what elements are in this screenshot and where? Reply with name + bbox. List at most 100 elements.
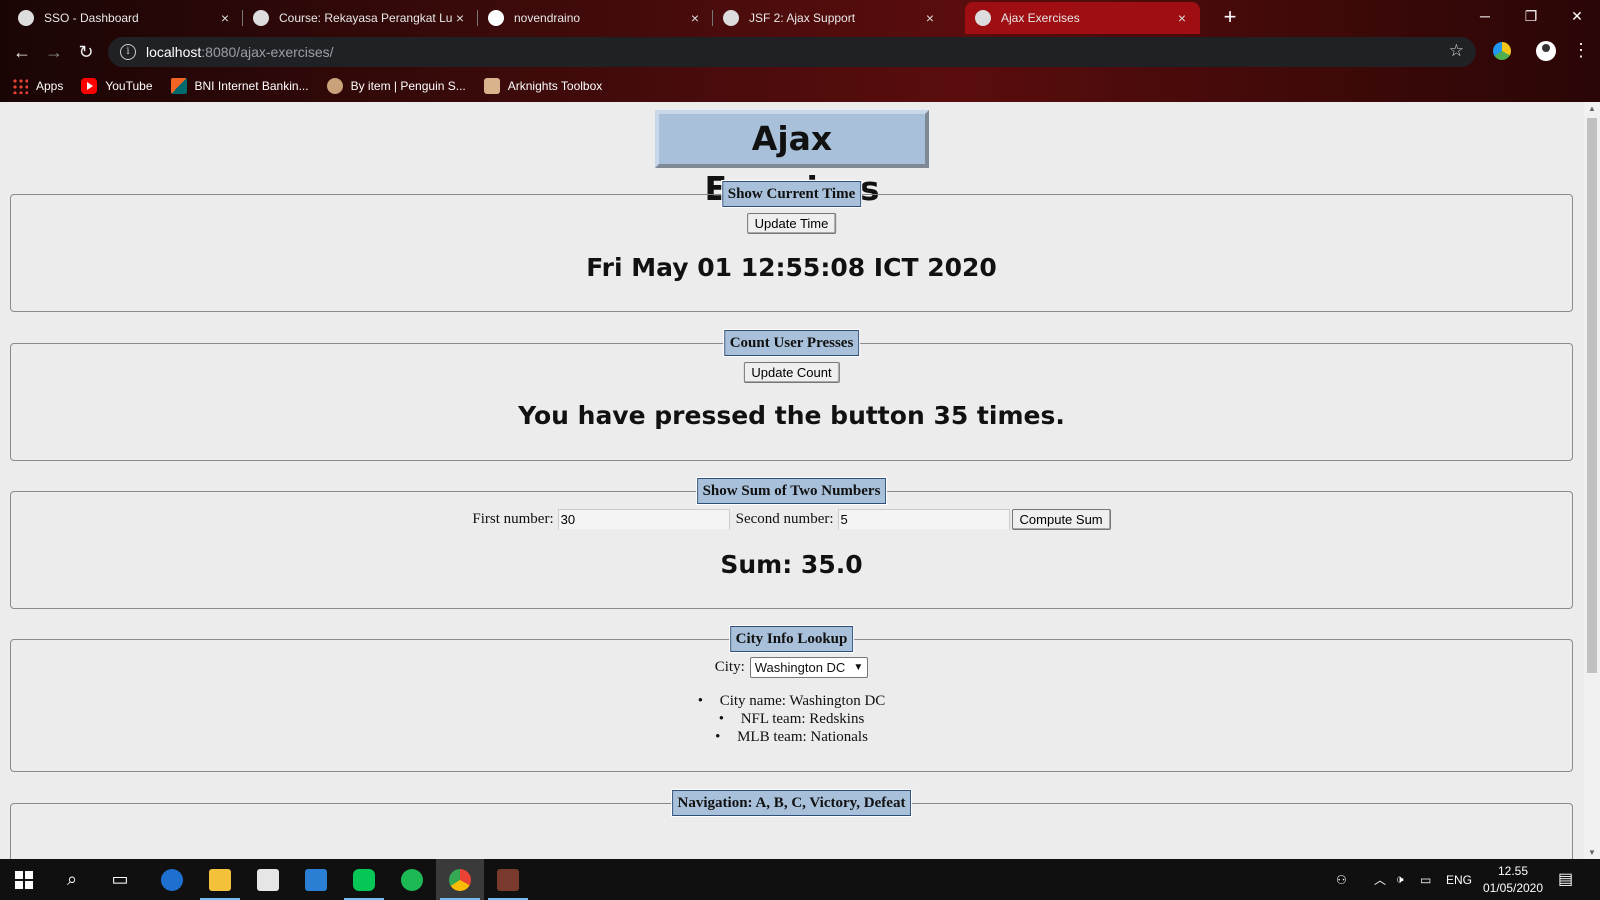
- count-section: Count User Presses Update Count You have…: [10, 329, 1573, 461]
- count-section-legend: Count User Presses: [722, 329, 861, 357]
- list-item: City name: Washington DC: [11, 692, 1572, 710]
- navigation-section: Navigation: A, B, C, Victory, Defeat: [10, 789, 1573, 859]
- sum-form: First number: Second number: Compute Sum: [11, 509, 1572, 530]
- tab-github[interactable]: novendraino ×: [478, 2, 713, 34]
- profile-avatar-icon[interactable]: [1536, 41, 1556, 61]
- bookmark-label: BNI Internet Bankin...: [194, 79, 309, 93]
- minimize-button[interactable]: ─: [1462, 2, 1508, 30]
- clock-date: 01/05/2020: [1482, 881, 1544, 895]
- bookmark-label: YouTube: [105, 79, 153, 93]
- spotify-icon[interactable]: [388, 859, 436, 900]
- tab-course[interactable]: Course: Rekayasa Perangkat Luna ×: [243, 2, 478, 34]
- people-icon[interactable]: ⚇: [1336, 859, 1347, 900]
- browser-toolbar: ← → ↻ i localhost:8080/ajax-exercises/ ☆: [0, 34, 1600, 70]
- start-button[interactable]: [0, 859, 48, 900]
- task-view-icon[interactable]: ▭: [96, 859, 144, 900]
- sum-result-text: Sum: 35.0: [720, 550, 863, 579]
- site-info-icon[interactable]: i: [120, 44, 136, 60]
- scroll-up-arrow-icon[interactable]: ▲: [1584, 104, 1600, 113]
- bookmark-label: Apps: [36, 79, 64, 93]
- city-select[interactable]: Washington DC ▼: [749, 657, 869, 678]
- bookmark-star-icon[interactable]: ☆: [1449, 41, 1464, 61]
- first-number-label: First number:: [472, 511, 554, 527]
- vertical-scrollbar[interactable]: ▲ ▼: [1584, 102, 1600, 859]
- clock-time: 12.55: [1497, 864, 1529, 878]
- network-icon[interactable]: ▭: [1420, 859, 1431, 900]
- bookmark-youtube[interactable]: YouTube: [81, 78, 153, 94]
- browser-menu-icon[interactable]: ⋮: [1572, 40, 1590, 61]
- scroll-down-arrow-icon[interactable]: ▼: [1584, 848, 1600, 857]
- mail-icon[interactable]: [292, 859, 340, 900]
- new-tab-button[interactable]: +: [1216, 4, 1244, 30]
- reload-button[interactable]: ↻: [74, 42, 98, 62]
- tab-close-icon[interactable]: ×: [217, 10, 233, 26]
- tab-close-icon[interactable]: ×: [687, 10, 703, 26]
- back-button[interactable]: ←: [10, 42, 34, 62]
- bookmark-arknights[interactable]: Arknights Toolbox: [483, 78, 603, 94]
- language-indicator[interactable]: ENG: [1446, 859, 1472, 900]
- windows-taskbar: ⌕ ▭ ⚇ ︿ 🕩 ▭ ENG 12.55 01/05/2020 ▤: [0, 859, 1600, 900]
- volume-icon[interactable]: 🕩: [1396, 859, 1404, 900]
- bookmark-penguin[interactable]: By item | Penguin S...: [326, 78, 466, 94]
- scrollbar-thumb[interactable]: [1587, 118, 1597, 673]
- bookmark-label: Arknights Toolbox: [507, 79, 603, 93]
- apps-grid-icon: [12, 78, 28, 94]
- list-item: MLB team: Nationals: [11, 728, 1572, 746]
- tab-jsf-ajax[interactable]: JSF 2: Ajax Support ×: [713, 2, 948, 34]
- list-item: NFL team: Redskins: [11, 710, 1572, 728]
- tab-ajax-exercises[interactable]: Ajax Exercises ×: [965, 2, 1200, 34]
- update-count-button[interactable]: Update Count: [743, 362, 840, 383]
- windows-logo-icon: [15, 870, 33, 889]
- penguin-icon: [326, 78, 343, 94]
- store-icon[interactable]: [244, 859, 292, 900]
- browser-chrome: SSO - Dashboard × Course: Rekayasa Peran…: [0, 0, 1600, 102]
- update-time-button[interactable]: Update Time: [746, 213, 837, 234]
- time-section-legend: Show Current Time: [720, 180, 863, 208]
- city-form: City: Washington DC ▼: [11, 657, 1572, 678]
- course-favicon-icon: [253, 10, 269, 26]
- tab-label: SSO - Dashboard: [44, 11, 139, 25]
- tab-label: Ajax Exercises: [1001, 11, 1080, 25]
- time-section: Show Current Time Update Time Fri May 01…: [10, 180, 1573, 312]
- line-icon[interactable]: [340, 859, 388, 900]
- tab-sso-dashboard[interactable]: SSO - Dashboard ×: [8, 2, 243, 34]
- dropdown-caret-icon: ▼: [853, 662, 864, 673]
- city-label: City:: [714, 659, 745, 675]
- tab-close-icon[interactable]: ×: [452, 10, 468, 26]
- city-info-list: City name: Washington DC NFL team: Redsk…: [11, 692, 1572, 746]
- bookmark-bni[interactable]: BNI Internet Bankin...: [170, 78, 309, 94]
- tab-label: novendraino: [514, 11, 581, 25]
- city-section-legend: City Info Lookup: [728, 625, 855, 653]
- page-viewport: Ajax Exercises Show Current Time Update …: [0, 102, 1600, 859]
- tab-strip: SSO - Dashboard × Course: Rekayasa Peran…: [0, 0, 1600, 34]
- forward-button[interactable]: →: [42, 42, 66, 62]
- notification-center-icon[interactable]: ▤: [1558, 869, 1573, 889]
- current-time-text: Fri May 01 12:55:08 ICT 2020: [586, 253, 997, 282]
- globe-icon: [975, 10, 991, 26]
- restore-button[interactable]: ❐: [1508, 2, 1554, 30]
- game-app-icon[interactable]: [484, 859, 532, 900]
- bni-icon: [170, 78, 187, 94]
- tab-label: Course: Rekayasa Perangkat Luna: [279, 11, 452, 25]
- first-number-input[interactable]: [557, 509, 730, 530]
- tray-chevron-icon[interactable]: ︿: [1374, 859, 1386, 900]
- search-icon[interactable]: ⌕: [48, 859, 96, 900]
- globe-icon: [723, 10, 739, 26]
- edge-icon[interactable]: [148, 859, 196, 900]
- close-window-button[interactable]: ✕: [1554, 2, 1600, 30]
- sum-section: Show Sum of Two Numbers First number: Se…: [10, 477, 1573, 609]
- second-number-input[interactable]: [837, 509, 1010, 530]
- address-bar[interactable]: i localhost:8080/ajax-exercises/ ☆: [108, 37, 1476, 67]
- file-explorer-icon[interactable]: [196, 859, 244, 900]
- bookmark-apps[interactable]: Apps: [12, 78, 63, 94]
- sum-section-legend: Show Sum of Two Numbers: [695, 477, 888, 505]
- github-icon: [488, 10, 504, 26]
- tab-label: JSF 2: Ajax Support: [749, 11, 856, 25]
- extension-icon[interactable]: [1493, 42, 1511, 60]
- tab-close-icon[interactable]: ×: [922, 10, 938, 26]
- compute-sum-button[interactable]: Compute Sum: [1011, 509, 1111, 530]
- youtube-icon: [81, 78, 98, 94]
- tab-close-icon[interactable]: ×: [1174, 10, 1190, 26]
- chrome-icon[interactable]: [436, 859, 484, 900]
- system-clock[interactable]: 12.55 01/05/2020: [1478, 863, 1548, 897]
